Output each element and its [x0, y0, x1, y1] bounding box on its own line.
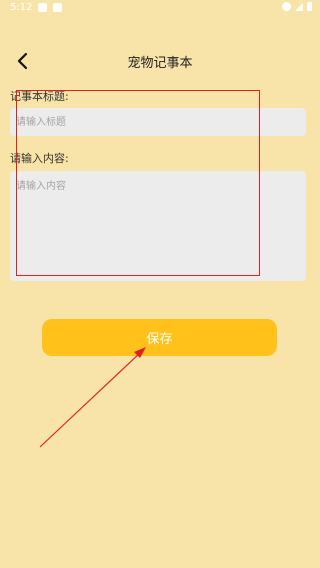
- content-label: 请输入内容:: [10, 152, 69, 165]
- status-bar: 5:12: [0, 0, 320, 18]
- wifi-icon: [282, 2, 291, 11]
- annotation-arrow: [39, 347, 146, 448]
- content-textarea[interactable]: [10, 171, 306, 281]
- app-notification-icon: [53, 3, 62, 12]
- title-label: 记事本标题:: [10, 90, 69, 103]
- status-time: 5:12: [10, 2, 33, 13]
- signal-icon: [295, 2, 303, 11]
- title-input[interactable]: [10, 108, 306, 136]
- battery-icon: [307, 2, 312, 11]
- page-title: 宠物记事本: [127, 56, 193, 71]
- save-button[interactable]: 保存: [42, 319, 277, 356]
- top-bar: 宠物记事本: [0, 44, 320, 78]
- status-icons: [282, 2, 312, 11]
- image-notification-icon: [38, 3, 47, 12]
